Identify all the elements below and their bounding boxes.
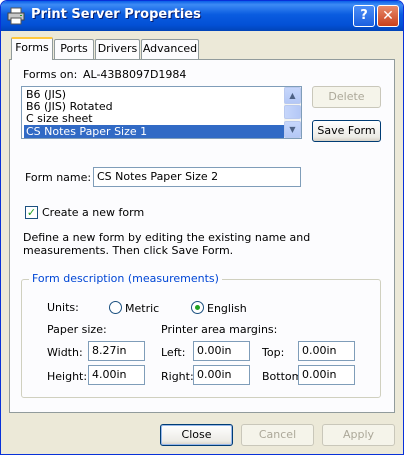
printer-icon — [7, 7, 25, 25]
right-margin-label: Right: — [161, 370, 194, 383]
left-margin-field[interactable]: 0.00in — [193, 341, 250, 361]
create-new-form-label: Create a new form — [42, 206, 145, 219]
close-button[interactable]: Close — [160, 424, 233, 446]
cancel-button[interactable]: Cancel — [241, 424, 314, 446]
save-form-button[interactable]: Save Form — [312, 120, 381, 142]
list-item-selected[interactable]: CS Notes Paper Size 1 — [24, 125, 284, 138]
tab-ports[interactable]: Ports — [54, 39, 94, 59]
metric-radio[interactable] — [109, 301, 122, 314]
right-margin-field[interactable]: 0.00in — [193, 365, 250, 385]
forms-on-value: AL-43B8097D1984 — [83, 68, 187, 81]
apply-button[interactable]: Apply — [322, 424, 395, 446]
list-item[interactable]: C size sheet — [24, 112, 284, 125]
height-label: Height: — [47, 370, 88, 383]
width-field[interactable]: 8.27in — [88, 341, 145, 361]
tab-advanced[interactable]: Advanced — [141, 39, 199, 59]
forms-on-label: Forms on: — [23, 68, 78, 81]
save-form-button-label: Save Form — [317, 124, 376, 137]
window-title: Print Server Properties — [31, 7, 201, 22]
units-label: Units: — [47, 301, 79, 314]
form-name-field[interactable]: CS Notes Paper Size 2 — [93, 167, 301, 187]
measurements-group-title: Form description (measurements) — [29, 272, 222, 285]
close-window-button[interactable]: ✕ — [377, 5, 399, 27]
title-bar[interactable]: Print Server Properties ? ✕ — [1, 1, 403, 31]
top-margin-field[interactable]: 0.00in — [298, 341, 355, 361]
tab-drivers-label: Drivers — [97, 42, 138, 55]
instructions-line-2: measurements. Then click Save Form. — [23, 244, 234, 257]
chevron-down-icon: ▼ — [289, 125, 296, 134]
metric-radio-label: Metric — [125, 302, 160, 315]
tab-forms[interactable]: Forms — [11, 37, 53, 60]
delete-button[interactable]: Delete — [312, 86, 381, 108]
left-margin-label: Left: — [161, 346, 186, 359]
forms-listbox[interactable]: B6 (JIS) B6 (JIS) Rotated C size sheet C… — [21, 86, 302, 139]
print-server-properties-window: Print Server Properties ? ✕ Forms Ports … — [0, 0, 404, 455]
english-radio-label: English — [207, 302, 247, 315]
scroll-down-button[interactable]: ▼ — [284, 121, 301, 138]
scroll-up-button[interactable]: ▲ — [284, 87, 301, 104]
width-label: Width: — [47, 346, 83, 359]
bottom-margin-field[interactable]: 0.00in — [298, 365, 355, 385]
height-field[interactable]: 4.00in — [88, 365, 145, 385]
instructions-line-1: Define a new form by editing the existin… — [23, 231, 311, 244]
help-icon: ? — [360, 8, 368, 23]
tab-advanced-label: Advanced — [142, 42, 198, 55]
scroll-thumb[interactable] — [284, 105, 301, 119]
form-name-label: Form name: — [25, 171, 92, 184]
tab-forms-label: Forms — [15, 41, 49, 54]
chevron-up-icon: ▲ — [289, 91, 296, 100]
printer-margins-label: Printer area margins: — [161, 323, 278, 336]
close-icon: ✕ — [382, 8, 394, 24]
apply-button-label: Apply — [342, 428, 375, 441]
cancel-button-label: Cancel — [258, 428, 297, 441]
create-new-form-checkbox[interactable]: ✓ — [25, 206, 38, 219]
forms-list-scrollbar[interactable]: ▲ ▼ — [284, 87, 301, 138]
paper-size-label: Paper size: — [47, 323, 107, 336]
tab-drivers[interactable]: Drivers — [95, 39, 140, 59]
top-margin-label: Top: — [262, 346, 285, 359]
english-radio[interactable] — [191, 301, 204, 314]
help-button[interactable]: ? — [353, 5, 375, 27]
delete-button-label: Delete — [328, 90, 365, 103]
close-button-label: Close — [181, 428, 212, 441]
radio-selected-dot — [195, 305, 200, 310]
check-icon: ✓ — [26, 206, 37, 219]
tab-ports-label: Ports — [60, 42, 88, 55]
